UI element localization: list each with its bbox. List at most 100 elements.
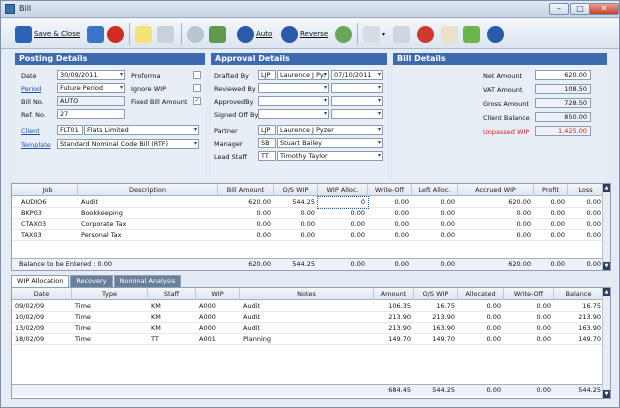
wip-cell-wip: A000 [199,324,216,332]
wip-col-os[interactable]: O/S WIP [414,288,458,300]
approved-date-field[interactable] [331,96,383,106]
signed-off-date-field[interactable] [331,109,383,119]
jobs-row[interactable]: CTAX03 Corporate Tax 0.00 0.00 0.00 0.00 0.00 0… [12,219,604,230]
proforma-checkbox[interactable] [193,71,201,79]
minimize-button[interactable]: – [549,3,569,15]
net-amount-field[interactable]: 620.00 [535,70,591,80]
client-code-field[interactable]: FLT01 [57,125,83,135]
drafted-name-select[interactable]: Laurence J Py: [277,70,329,80]
wip-col-date[interactable]: Date [12,288,72,300]
approve-button[interactable] [463,24,480,44]
reviewed-date-field[interactable] [331,83,383,93]
print-button[interactable]: ▾ [363,24,385,44]
jobs-cell-wo[interactable]: 0.00 [368,230,412,241]
attach-button[interactable] [157,24,174,44]
jobs-row[interactable]: AUDIO6 Audit 620.00 544.25 0 0.00 0.00 620.00 0.… [12,196,604,209]
jobs-col-accrued[interactable]: Accrued WIP [458,184,534,196]
manager-code-field[interactable]: SB [258,138,276,148]
jobs-cell-wo[interactable]: 0.00 [368,208,412,219]
fixed-bill-checkbox[interactable]: ✓ [193,97,201,105]
auto-button[interactable]: Auto [237,24,272,44]
jobs-cell-wo[interactable]: 0.00 [368,197,412,208]
period-select[interactable]: Future Period [57,83,125,93]
refresh-button[interactable] [335,24,352,44]
partner-code-field[interactable]: LJP [258,125,276,135]
billno-field[interactable]: AUTO [57,96,125,106]
wip-col-notes[interactable]: Notes [240,288,374,300]
close-button[interactable]: ✕ [589,3,619,15]
jobs-cell-alloc[interactable]: 0.00 [318,230,368,241]
jobs-col-left[interactable]: Left Alloc. [412,184,458,196]
wip-col-wip[interactable]: WIP [196,288,240,300]
gross-amount-field: 728.50 [535,98,591,108]
wip-col-alloc[interactable]: Allocated [458,288,504,300]
wip-scrollbar[interactable]: ▲ ▼ [602,288,610,398]
template-select[interactable]: Standard Nominal Code Bill (RTF) [57,139,199,149]
wip-col-amount[interactable]: Amount [374,288,414,300]
period-link[interactable]: Period [21,85,41,93]
note-button[interactable] [135,24,152,44]
approved-by-select[interactable] [258,96,329,106]
drafted-code-field[interactable]: LJP [258,70,276,80]
lead-code-field[interactable]: TT [258,151,276,161]
approval-details-panel: Drafted By LJP Laurence J Py: 07/10/2011… [211,65,387,181]
template-link[interactable]: Template [21,141,51,149]
wip-row[interactable]: 10/02/09 Time KM A000 Audit 213.90 213.90 0.00 0… [12,312,604,323]
jobs-cell-os: 544.25 [292,198,315,206]
wip-row[interactable]: 09/02/09 Time KM A000 Audit 106.35 16.75 0.00 0.… [12,301,604,312]
date-field[interactable]: 30/09/2011 [57,70,125,80]
jobs-cell-alloc[interactable]: 0.00 [318,219,368,230]
tab-recovery[interactable]: Recovery [70,275,113,287]
client-name-select[interactable]: Flats Limited [84,125,199,135]
wip-col-staff[interactable]: Staff [148,288,196,300]
jobs-col-bill[interactable]: Bill Amount [218,184,274,196]
reviewed-by-select[interactable] [258,83,329,93]
scroll-up-icon[interactable]: ▲ [603,184,610,192]
signed-off-select[interactable] [258,109,329,119]
wip-row[interactable]: 18/02/09 Time TT A001 Planning 149.70 149.70 0.… [12,334,604,345]
jobs-row[interactable]: TAX03 Personal Tax 0.00 0.00 0.00 0.00 0.00 0.0… [12,230,604,241]
scroll-down-icon[interactable]: ▼ [603,262,610,270]
jobs-cell-job: BKP03 [21,209,42,217]
jobs-col-job[interactable]: Job [18,184,78,196]
refno-field[interactable]: 27 [57,109,125,119]
wip-col-bal[interactable]: Balance [554,288,604,300]
partner-name-select[interactable]: Laurence J Pyzer [277,125,383,135]
jobs-col-alloc[interactable]: WIP Alloc. [318,184,368,196]
wip-cell-os: 149.70 [432,335,455,343]
manager-name-select[interactable]: Stuart Bailey [277,138,383,148]
jobs-col-loss[interactable]: Loss [568,184,604,196]
jobs-col-profit[interactable]: Profit [534,184,568,196]
help-button[interactable] [487,24,504,44]
tab-nominal-analysis[interactable]: Nominal Analysis [113,275,182,287]
jobs-cell-alloc[interactable]: 0.00 [318,208,368,219]
jobs-scrollbar[interactable]: ▲ ▼ [602,184,610,270]
drafted-date-field[interactable]: 07/10/2011 [331,70,383,80]
wip-col-type[interactable]: Type [72,288,148,300]
scroll-down-icon[interactable]: ▼ [603,390,610,398]
lead-name-select[interactable]: Timothy Taylor [277,151,383,161]
timer-button[interactable] [187,24,204,44]
jobs-cell-alloc[interactable]: 0 [317,196,369,209]
save-close-button[interactable]: Save & Close [15,24,80,44]
jobs-col-os[interactable]: O/S WIP [274,184,318,196]
client-link[interactable]: Client [21,127,40,135]
delete-button[interactable] [417,24,434,44]
reverse-button[interactable]: Reverse [281,24,328,44]
jobs-col-desc[interactable]: Description [78,184,218,196]
copy-button[interactable] [393,24,410,44]
notes-button[interactable] [441,24,458,44]
ignore-wip-checkbox[interactable] [193,84,201,92]
cancel-button[interactable] [107,24,124,44]
save-button[interactable] [87,24,104,44]
maximize-button[interactable]: □ [570,3,590,15]
jobs-cell-wo[interactable]: 0.00 [368,219,412,230]
jobs-row[interactable]: BKP03 Bookkeeping 0.00 0.00 0.00 0.00 0.00 0.00… [12,208,604,219]
tab-wip-allocation[interactable]: WIP Allocation [11,275,70,287]
scroll-up-icon[interactable]: ▲ [603,288,610,296]
wip-col-wo[interactable]: Write-Off [504,288,554,300]
wip-row[interactable]: 13/02/09 Time KM A000 Audit 213.90 163.90 0.00 0… [12,323,604,334]
vat-amount-field[interactable]: 108.50 [535,84,591,94]
calculate-button[interactable] [209,24,226,44]
jobs-col-wo[interactable]: Write-Off [368,184,412,196]
